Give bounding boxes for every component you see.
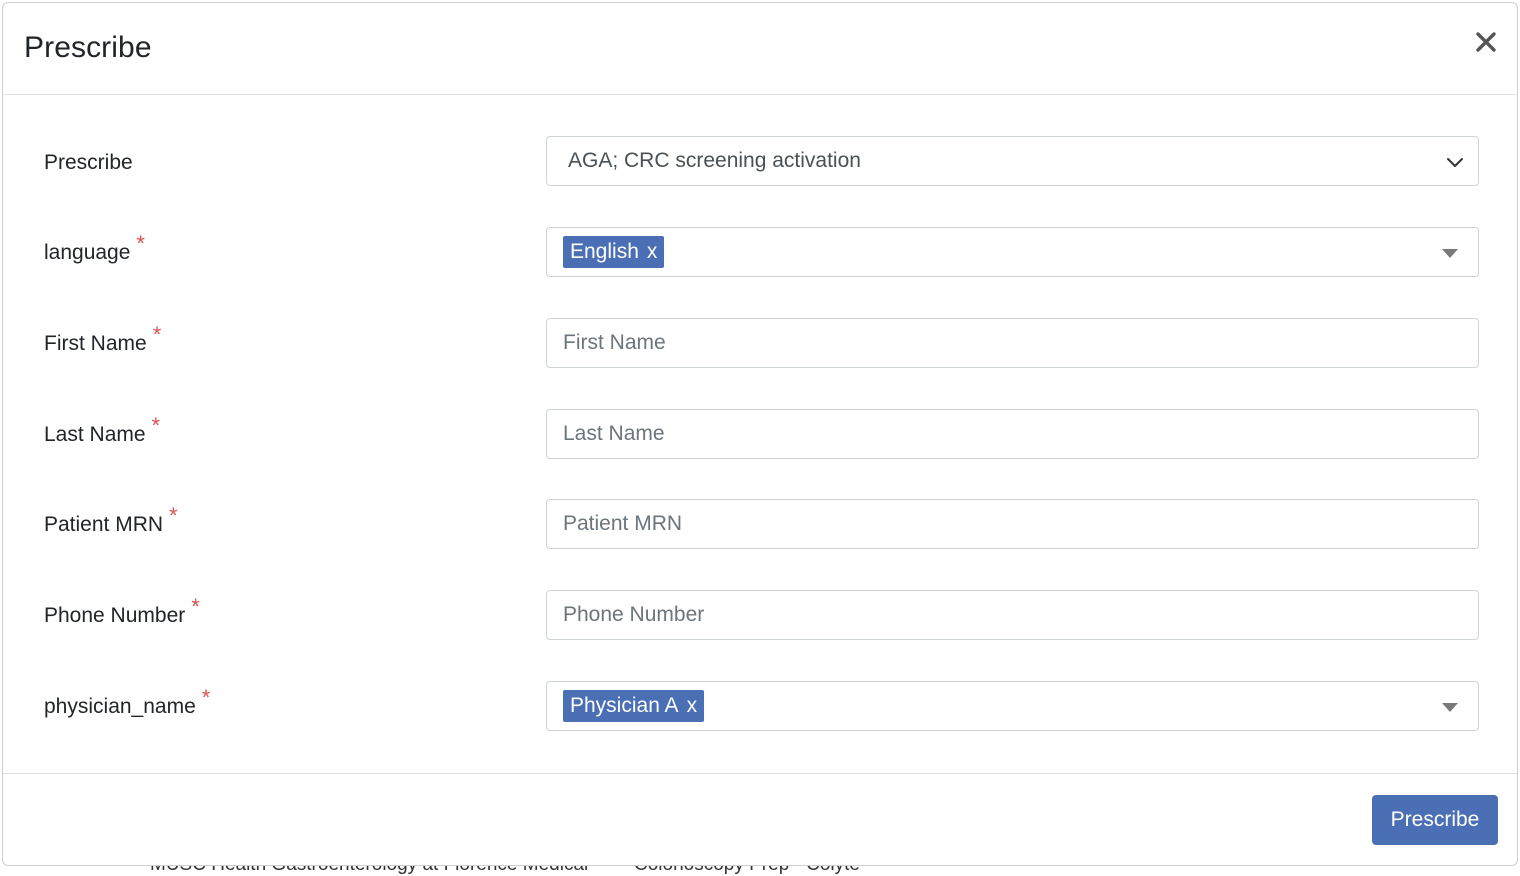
first-name-label: First Name * <box>44 322 161 356</box>
phone-number-label-text: Phone Number <box>44 604 186 627</box>
last-name-label-text: Last Name <box>44 423 146 446</box>
close-button[interactable] <box>1473 29 1499 55</box>
prescribe-label: Prescribe <box>44 151 133 175</box>
physician-name-label-text: physician_name <box>44 695 196 718</box>
first-name-input[interactable] <box>547 319 1478 367</box>
first-name-field-wrapper <box>546 318 1479 368</box>
prescribe-label-text: Prescribe <box>44 151 133 174</box>
physician-name-select[interactable]: Physician A x <box>546 681 1479 731</box>
phone-number-field-wrapper <box>546 590 1479 640</box>
patient-mrn-input[interactable] <box>547 500 1478 548</box>
patient-mrn-label: Patient MRN * <box>44 503 178 537</box>
language-select[interactable]: English x <box>546 227 1479 277</box>
patient-mrn-field-wrapper <box>546 499 1479 549</box>
prescribe-modal: Prescribe Prescribe AGA; CRC screening a… <box>2 2 1518 866</box>
form-row-patient-mrn: Patient MRN * <box>3 499 1517 551</box>
form-row-last-name: Last Name * <box>3 409 1517 461</box>
physician-tag-text: Physician A <box>570 694 679 717</box>
required-marker: * <box>191 594 200 619</box>
form-row-physician-name: physician_name * Physician A x <box>3 681 1517 733</box>
patient-mrn-label-text: Patient MRN <box>44 513 164 536</box>
close-icon <box>1476 32 1496 52</box>
last-name-label: Last Name * <box>44 413 160 447</box>
language-label: language * <box>44 231 145 265</box>
caret-down-icon[interactable] <box>1442 249 1458 258</box>
physician-tag: Physician A x <box>563 690 705 722</box>
language-tag-text: English <box>570 240 639 263</box>
form-row-prescribe: Prescribe AGA; CRC screening activation <box>3 136 1517 188</box>
prescribe-select-value: AGA; CRC screening activation <box>568 149 861 172</box>
modal-title: Prescribe <box>24 31 152 64</box>
language-tag: English x <box>563 236 665 268</box>
language-tag-remove-button[interactable]: x <box>647 240 658 263</box>
chevron-down-icon <box>1447 158 1463 167</box>
prescribe-submit-button[interactable]: Prescribe <box>1372 795 1498 845</box>
caret-down-icon[interactable] <box>1442 703 1458 712</box>
prescribe-select[interactable]: AGA; CRC screening activation <box>546 136 1479 186</box>
first-name-label-text: First Name <box>44 332 147 355</box>
required-marker: * <box>152 322 162 347</box>
language-label-text: language <box>44 241 131 264</box>
last-name-field-wrapper <box>546 409 1479 459</box>
form-row-phone-number: Phone Number * <box>3 590 1517 642</box>
modal-header: Prescribe <box>3 3 1517 95</box>
last-name-input[interactable] <box>547 410 1478 458</box>
physician-tag-remove-button[interactable]: x <box>687 694 698 717</box>
modal-footer: Prescribe <box>3 773 1517 865</box>
phone-number-label: Phone Number * <box>44 594 200 628</box>
required-marker: * <box>136 231 145 256</box>
physician-name-label: physician_name * <box>44 685 210 719</box>
required-marker: * <box>169 503 178 528</box>
phone-number-input[interactable] <box>547 591 1478 639</box>
form-row-first-name: First Name * <box>3 318 1517 370</box>
required-marker: * <box>201 685 211 710</box>
modal-body: Prescribe AGA; CRC screening activation … <box>3 95 1517 773</box>
required-marker: * <box>151 413 161 438</box>
form-row-language: language * English x <box>3 227 1517 279</box>
